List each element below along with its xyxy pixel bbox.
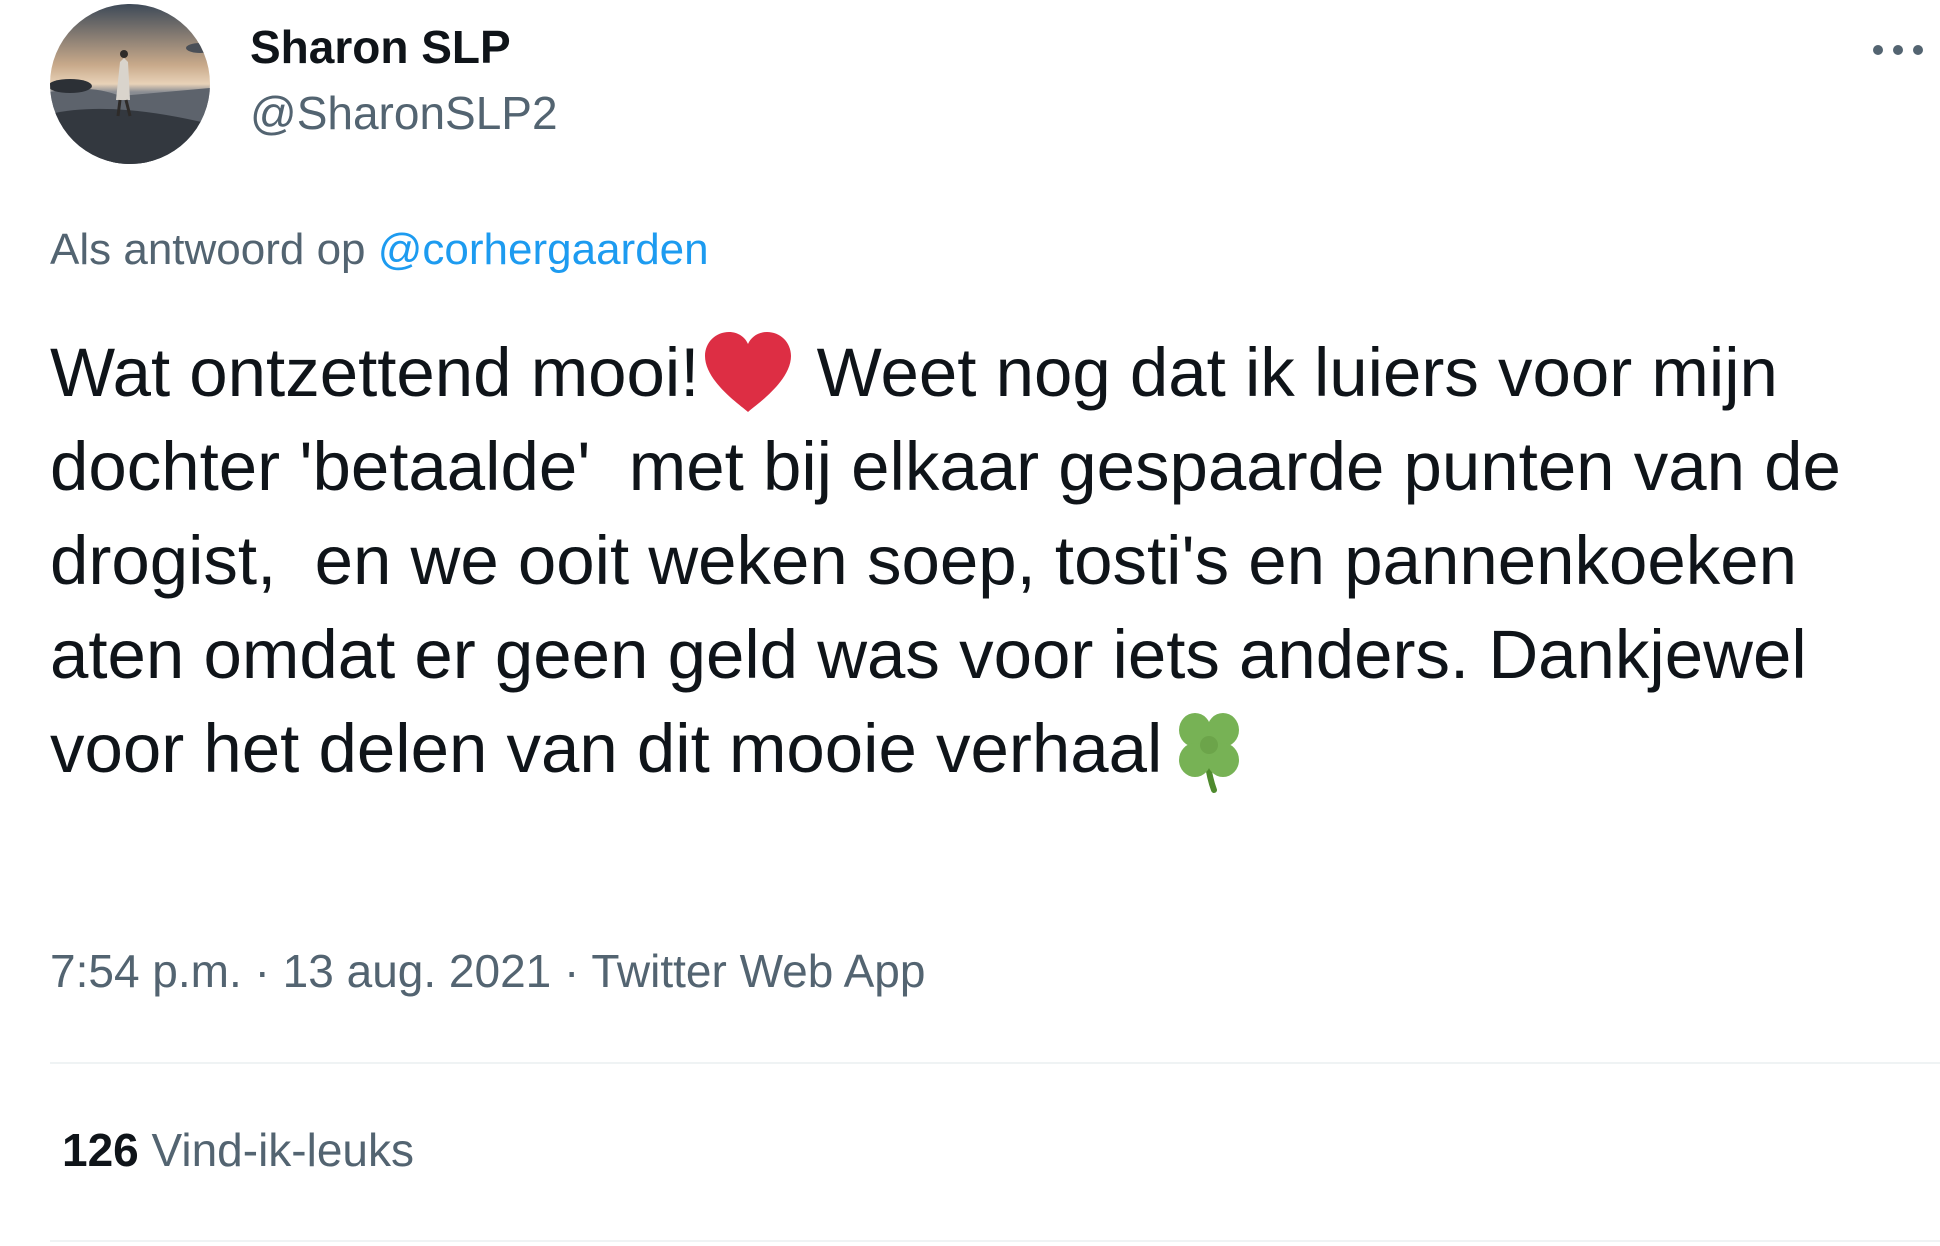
reply-context-prefix: Als antwoord op	[50, 225, 366, 274]
meta-separator: ·	[254, 945, 270, 997]
avatar[interactable]	[50, 4, 210, 164]
four-leaf-clover-emoji-icon	[1162, 702, 1260, 796]
tweet-meta: 7:54 p.m. · 13 aug. 2021 · Twitter Web A…	[50, 942, 925, 1000]
tweet-time[interactable]: 7:54 p.m.	[50, 945, 242, 997]
likes-label: Vind-ik-leuks	[151, 1124, 415, 1176]
tweet-date[interactable]: 13 aug. 2021	[283, 945, 552, 997]
divider	[50, 1240, 1940, 1242]
reply-context: Als antwoord op @corhergaarden	[50, 222, 709, 278]
tweet-card: Sharon SLP @SharonSLP2 Als antwoord op @…	[0, 0, 1940, 1246]
heart-emoji-icon	[699, 326, 797, 420]
meta-separator: ·	[564, 945, 580, 997]
more-horizontal-icon	[1873, 45, 1923, 55]
likes-count: 126	[62, 1124, 139, 1176]
likes-stat[interactable]: 126 Vind-ik-leuks	[62, 1121, 414, 1179]
tweet-text: Wat ontzettend mooi! Weet nog dat ik lui…	[50, 326, 1910, 796]
tweet-text-part1: Wat ontzettend mooi!	[50, 334, 700, 411]
more-options-button[interactable]	[1868, 30, 1928, 70]
reply-mention-link[interactable]: @corhergaarden	[378, 225, 709, 274]
avatar-image	[50, 4, 210, 164]
author-handle[interactable]: @SharonSLP2	[250, 84, 558, 142]
author-display-name[interactable]: Sharon SLP	[250, 18, 511, 76]
divider	[50, 1062, 1940, 1064]
tweet-source[interactable]: Twitter Web App	[591, 945, 925, 997]
